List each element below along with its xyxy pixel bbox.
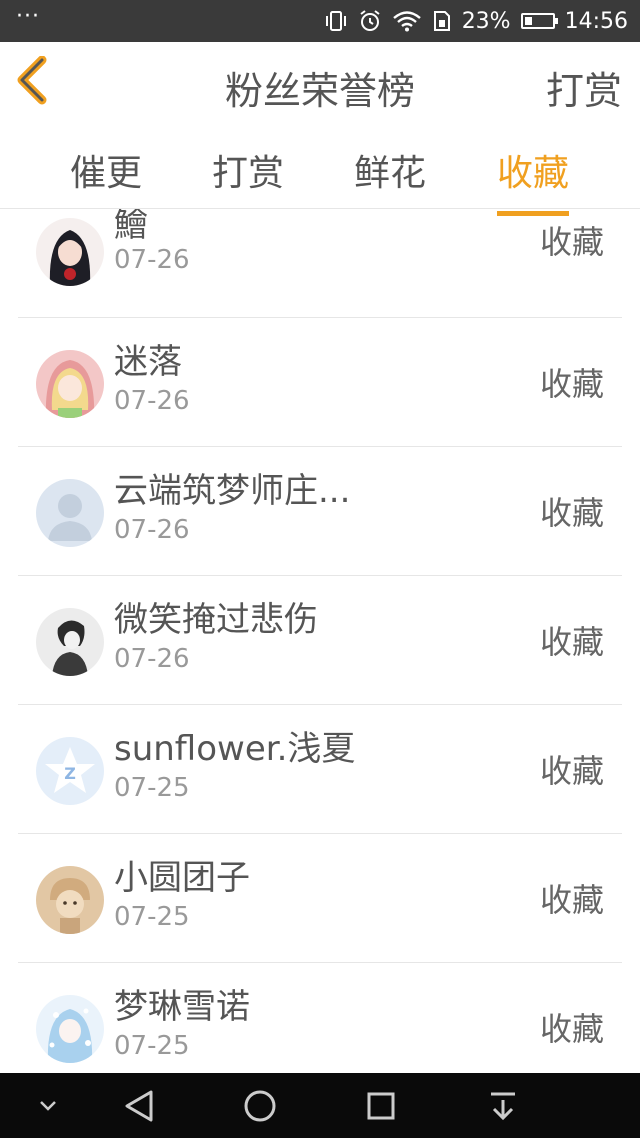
- avatar: [36, 995, 104, 1063]
- list-item[interactable]: 鱠 07-26 收藏: [18, 209, 622, 318]
- vibrate-icon: [324, 10, 348, 32]
- list-item[interactable]: 小圆团子 07-25 收藏: [18, 834, 622, 963]
- date: 07-26: [114, 245, 190, 275]
- list-item[interactable]: 迷落 07-26 收藏: [18, 318, 622, 447]
- user-name: 迷落: [114, 342, 182, 382]
- nav-back-button[interactable]: [116, 1073, 162, 1138]
- app-header: 粉丝荣誉榜 打赏: [0, 42, 640, 123]
- recents-square-icon: [367, 1092, 395, 1119]
- anime-snow-avatar-icon: [36, 995, 104, 1063]
- tab-bar: 催更 打赏 鲜花 收藏: [0, 122, 640, 216]
- page-title: 粉丝荣誉榜: [224, 69, 415, 113]
- qq-star-icon: Z: [36, 737, 104, 805]
- user-name: sunflower.浅夏: [114, 729, 356, 769]
- list-item[interactable]: 云端筑梦师庄... 07-26 收藏: [18, 447, 622, 576]
- nav-collapse-button[interactable]: [28, 1073, 68, 1138]
- nav-home-button[interactable]: [236, 1073, 284, 1138]
- battery-icon: [520, 13, 558, 29]
- tab-flowers[interactable]: 鲜花: [354, 144, 426, 196]
- anime-girl-avatar-icon: [36, 350, 104, 418]
- home-circle-icon: [244, 1090, 276, 1121]
- fan-list: 鱠 07-26 收藏 迷落 07-26 收藏 云端筑梦师庄... 07-26 收…: [0, 209, 640, 1073]
- tip-button[interactable]: 打赏: [546, 60, 622, 115]
- list-item[interactable]: 微笑掩过悲伤 07-26 收藏: [18, 576, 622, 705]
- alarm-icon: [358, 9, 382, 33]
- nav-notification-button[interactable]: [480, 1073, 526, 1138]
- cartoon-child-avatar-icon: [36, 866, 104, 934]
- action-label: 收藏: [539, 223, 604, 261]
- avatar: [36, 218, 104, 286]
- avatar: [36, 479, 104, 547]
- user-name: 云端筑梦师庄...: [114, 471, 351, 511]
- sketch-boy-avatar-icon: [36, 608, 104, 676]
- avatar: [36, 608, 104, 676]
- notification-dots: ···: [16, 4, 40, 29]
- system-nav-bar: [0, 1073, 640, 1138]
- user-name: 鱠: [114, 209, 148, 245]
- wifi-icon: [392, 10, 422, 32]
- action-label: 收藏: [539, 623, 604, 661]
- default-user-icon: [36, 479, 104, 547]
- date: 07-26: [114, 644, 190, 674]
- user-name: 梦琳雪诺: [114, 987, 250, 1027]
- date: 07-25: [114, 773, 190, 803]
- avatar: [36, 866, 104, 934]
- list-item[interactable]: 梦琳雪诺 07-25 收藏: [18, 963, 622, 1073]
- pull-down-icon: [491, 1092, 515, 1120]
- tab-tip[interactable]: 打赏: [212, 144, 284, 196]
- back-triangle-icon: [125, 1090, 153, 1121]
- svg-text:Z: Z: [64, 764, 76, 783]
- chevron-down-icon: [40, 1100, 56, 1111]
- list-item[interactable]: Z sunflower.浅夏 07-25 收藏: [18, 705, 622, 834]
- action-label: 收藏: [539, 1010, 604, 1048]
- action-label: 收藏: [539, 752, 604, 790]
- tab-favorites[interactable]: 收藏: [497, 144, 570, 216]
- nav-recents-button[interactable]: [358, 1073, 404, 1138]
- action-label: 收藏: [539, 881, 604, 919]
- sim-icon: [432, 10, 452, 32]
- user-name: 小圆团子: [114, 858, 250, 898]
- clock: 14:56: [564, 8, 628, 34]
- status-bar: ··· 23% 14:56: [0, 0, 640, 42]
- tab-favorites-label: 收藏: [497, 153, 570, 194]
- battery-percent: 23%: [461, 8, 511, 34]
- date: 07-26: [114, 386, 190, 416]
- avatar: [36, 350, 104, 418]
- anime-girl-avatar-icon: [36, 218, 104, 286]
- avatar: Z: [36, 737, 104, 805]
- date: 07-25: [114, 902, 190, 932]
- action-label: 收藏: [539, 494, 604, 532]
- date: 07-26: [114, 515, 190, 545]
- date: 07-25: [114, 1031, 190, 1061]
- user-name: 微笑掩过悲伤: [114, 600, 318, 640]
- action-label: 收藏: [539, 365, 604, 403]
- tab-urge[interactable]: 催更: [70, 144, 142, 196]
